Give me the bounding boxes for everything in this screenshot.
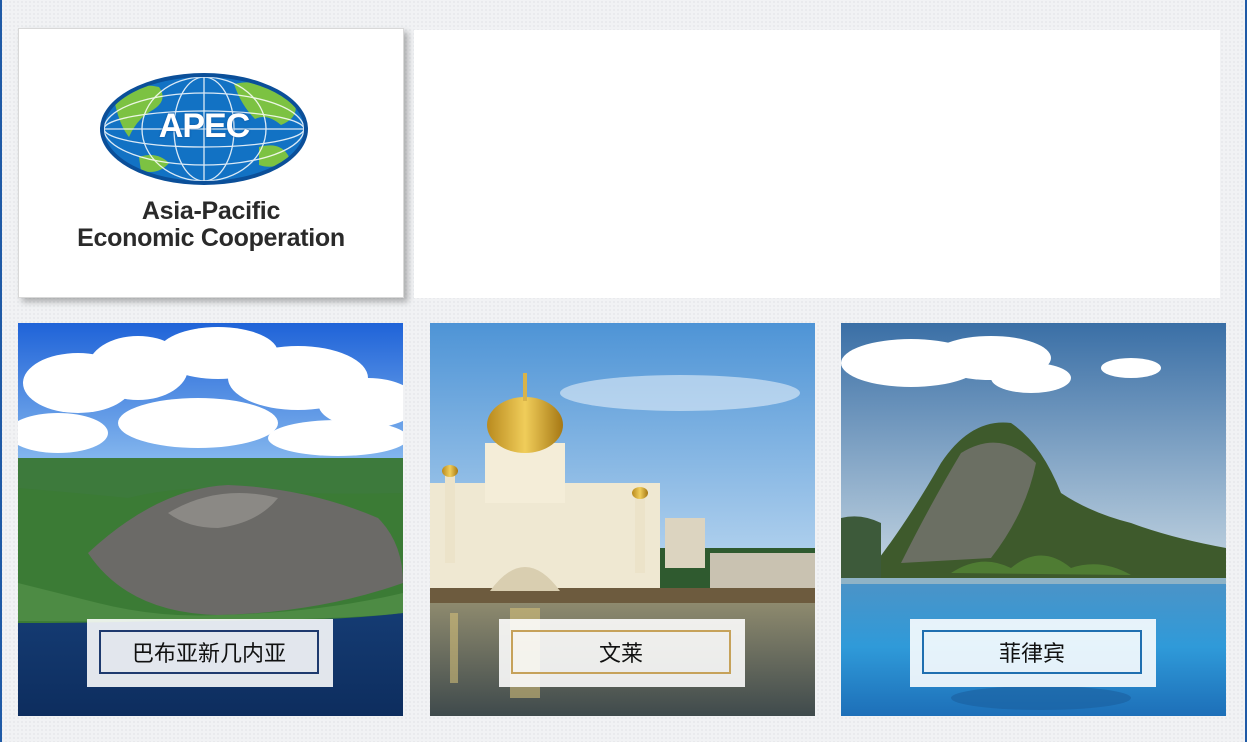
- caption-box: 菲律宾: [910, 619, 1156, 687]
- tile-papua-new-guinea[interactable]: 巴布亚新几内亚: [18, 323, 403, 716]
- logo-line-2: Economic Cooperation: [77, 224, 345, 252]
- banner-panel: [414, 30, 1220, 298]
- tile-label[interactable]: 巴布亚新几内亚: [99, 630, 319, 674]
- caption-box: 巴布亚新几内亚: [87, 619, 333, 687]
- tile-label[interactable]: 菲律宾: [922, 630, 1142, 674]
- tile-philippines[interactable]: 菲律宾: [841, 323, 1226, 716]
- apec-logo-card[interactable]: APEC Asia-Pacific Economic Cooperation: [18, 28, 404, 298]
- tile-label[interactable]: 文莱: [511, 630, 731, 674]
- logo-line-1: Asia-Pacific: [141, 197, 281, 225]
- caption-box: 文莱: [499, 619, 745, 687]
- apec-acronym: APEC: [158, 107, 250, 145]
- tile-brunei[interactable]: 文莱: [430, 323, 815, 716]
